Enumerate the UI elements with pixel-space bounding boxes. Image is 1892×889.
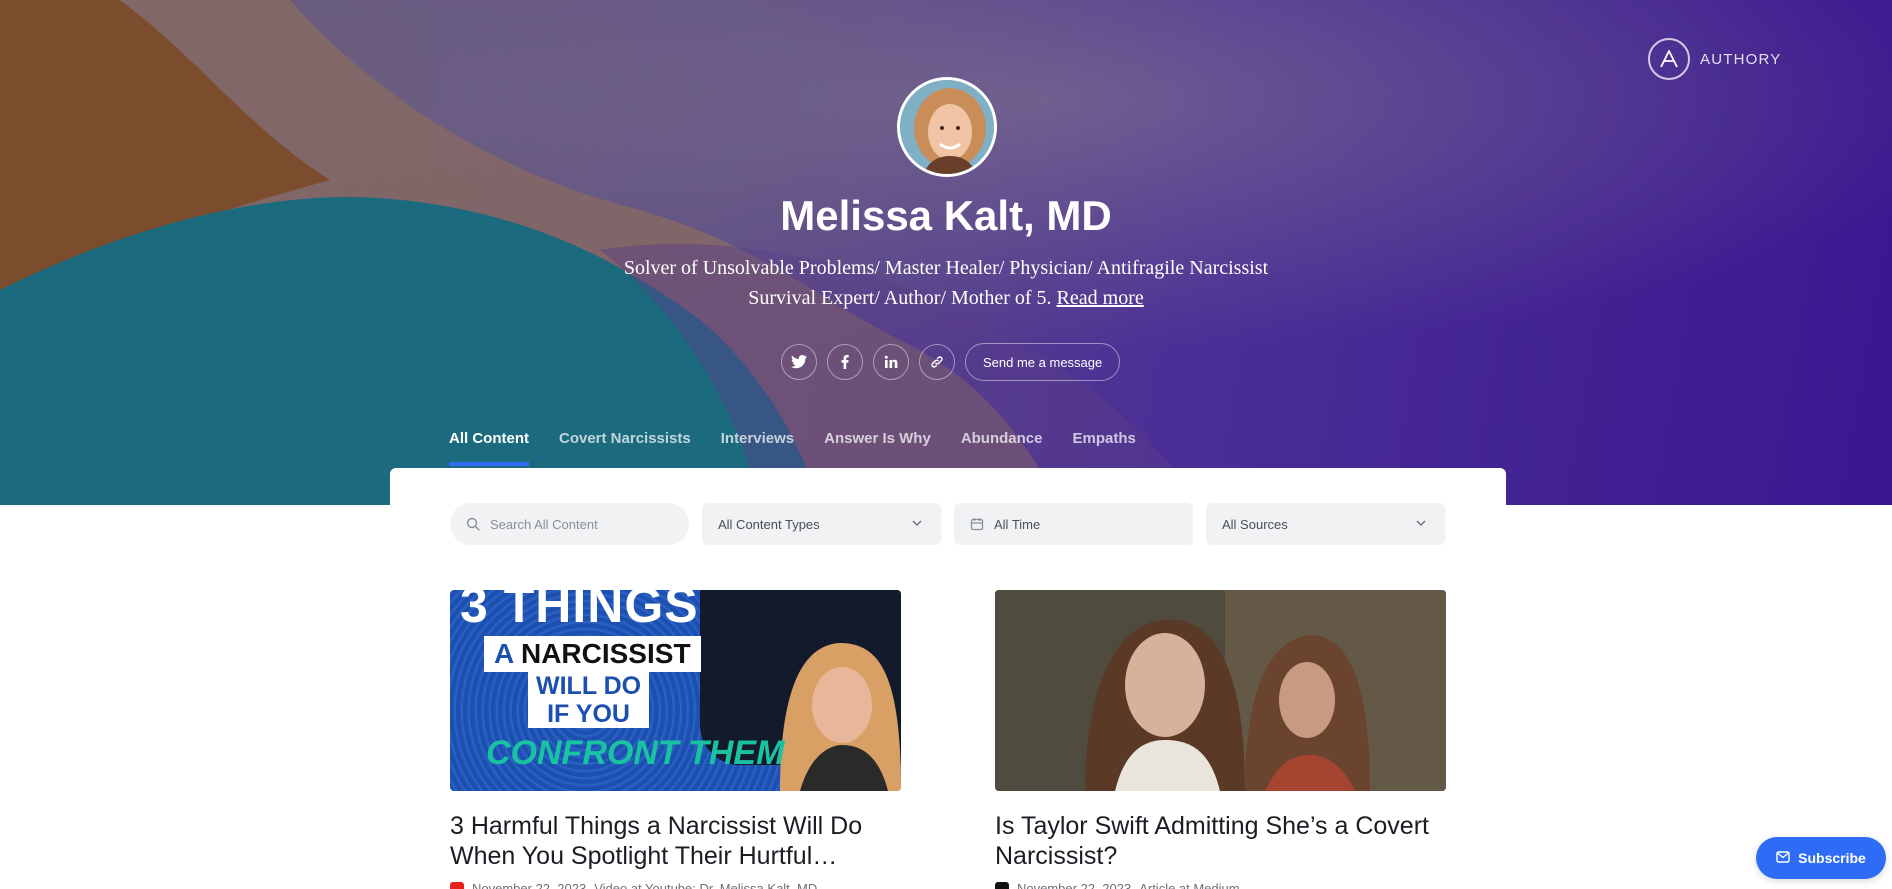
subscribe-button[interactable]: Subscribe — [1756, 837, 1886, 879]
send-message-button[interactable]: Send me a message — [965, 343, 1121, 381]
profile-header: AUTHORY Melissa Kalt, MD Solver of Unsol… — [0, 0, 1892, 505]
thumbnail-text: WILL DO IF YOU — [528, 672, 650, 728]
brand-name: AUTHORY — [1700, 50, 1782, 68]
profile-bio: Solver of Unsolvable Problems/ Master He… — [596, 253, 1296, 313]
thumbnail-text: 3 THINGS — [460, 590, 699, 633]
facebook-icon[interactable] — [827, 344, 863, 380]
medium-icon — [995, 881, 1009, 889]
linkedin-icon[interactable] — [873, 344, 909, 380]
social-links: Send me a message — [781, 343, 1121, 381]
tab-empaths[interactable]: Empaths — [1073, 430, 1136, 463]
card-title[interactable]: Is Taylor Swift Admitting She’s a Covert… — [995, 811, 1446, 871]
search-placeholder: Search All Content — [490, 516, 598, 532]
card-meta: November 22, 2023 Article at Medium — [995, 881, 1446, 889]
content-card[interactable]: Is Taylor Swift Admitting She’s a Covert… — [995, 590, 1446, 889]
card-source: Article at Medium — [1139, 881, 1240, 889]
profile-name: Melissa Kalt, MD — [780, 192, 1112, 239]
content-types-value: All Content Types — [718, 516, 820, 532]
thumbnail-image — [995, 590, 1446, 791]
authory-logo-icon — [1648, 38, 1690, 80]
thumbnail-text: A NARCISSIST — [484, 636, 701, 672]
avatar — [897, 77, 997, 177]
bio-text: Solver of Unsolvable Problems/ Master He… — [623, 257, 1269, 309]
content-types-select[interactable]: All Content Types — [702, 503, 941, 545]
card-meta: November 22, 2023 Video at Youtube: Dr. … — [450, 881, 901, 889]
time-select[interactable]: All Time — [954, 503, 1193, 545]
chevron-down-icon — [911, 517, 923, 532]
time-value: All Time — [994, 516, 1041, 532]
sources-select[interactable]: All Sources — [1206, 503, 1445, 545]
tab-answer-is-why[interactable]: Answer Is Why — [824, 430, 931, 463]
calendar-icon — [970, 517, 984, 531]
thumbnail-text: CONFRONT THEM — [486, 734, 785, 772]
content-tabs: All Content Covert Narcissists Interview… — [449, 430, 1136, 466]
card-date: November 22, 2023 — [1017, 881, 1132, 889]
card-thumbnail[interactable]: 3 THINGS A NARCISSIST WILL DO IF YOU CONF… — [450, 590, 901, 791]
sources-value: All Sources — [1222, 516, 1288, 532]
subscribe-label: Subscribe — [1798, 850, 1866, 866]
link-icon[interactable] — [919, 344, 955, 380]
tab-all-content[interactable]: All Content — [449, 430, 529, 466]
card-thumbnail[interactable] — [995, 590, 1446, 791]
search-input[interactable]: Search All Content — [450, 503, 689, 545]
tab-abundance[interactable]: Abundance — [961, 430, 1043, 463]
tab-covert-narcissists[interactable]: Covert Narcissists — [559, 430, 691, 463]
youtube-icon — [450, 881, 464, 889]
read-more-link[interactable]: Read more — [1057, 287, 1144, 309]
authory-brand[interactable]: AUTHORY — [1648, 38, 1781, 80]
search-icon — [466, 517, 480, 531]
twitter-icon[interactable] — [781, 344, 817, 380]
card-title[interactable]: 3 Harmful Things a Narcissist Will Do Wh… — [450, 811, 901, 871]
card-source: Video at Youtube: Dr. Melissa Kalt, MD — [594, 881, 818, 889]
mail-icon — [1776, 850, 1790, 866]
tab-interviews[interactable]: Interviews — [721, 430, 794, 463]
chevron-down-icon — [1415, 517, 1427, 532]
filter-bar: Search All Content All Content Types All… — [450, 503, 1445, 545]
card-date: November 22, 2023 — [472, 881, 587, 889]
content-card[interactable]: 3 THINGS A NARCISSIST WILL DO IF YOU CONF… — [450, 590, 901, 889]
thumbnail-person — [780, 643, 901, 791]
